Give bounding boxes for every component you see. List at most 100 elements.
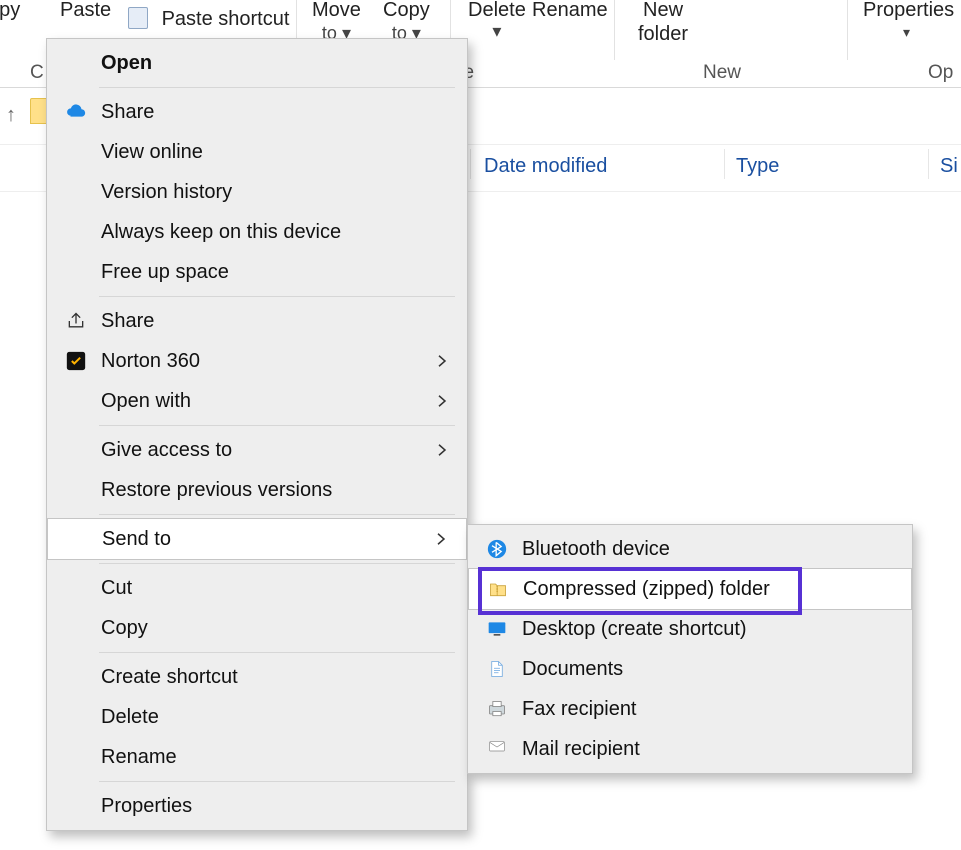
submenu-bluetooth[interactable]: Bluetooth device bbox=[468, 529, 912, 569]
ribbon-separator bbox=[614, 0, 615, 60]
menu-copy-label: Copy bbox=[101, 617, 148, 640]
menu-share[interactable]: Share bbox=[47, 301, 467, 341]
menu-create-shortcut[interactable]: Create shortcut bbox=[47, 657, 467, 697]
menu-give-access[interactable]: Give access to bbox=[47, 430, 467, 470]
menu-separator bbox=[99, 652, 455, 653]
ribbon-rename[interactable]: Rename bbox=[532, 0, 608, 22]
menu-copy[interactable]: Copy bbox=[47, 608, 467, 648]
ribbon-delete[interactable]: Delete ▾ bbox=[468, 0, 526, 40]
nav-up-icon[interactable]: ↑ bbox=[6, 104, 16, 127]
menu-view-online-label: View online bbox=[101, 141, 203, 164]
menu-restore-previous[interactable]: Restore previous versions bbox=[47, 470, 467, 510]
menu-always-keep-label: Always keep on this device bbox=[101, 221, 341, 244]
menu-separator bbox=[99, 425, 455, 426]
menu-open-with[interactable]: Open with bbox=[47, 381, 467, 421]
zip-folder-icon bbox=[487, 578, 509, 600]
document-icon bbox=[486, 658, 508, 680]
ribbon-paste[interactable]: Paste bbox=[60, 0, 111, 22]
ribbon-new-folder[interactable]: New folder bbox=[638, 0, 688, 46]
menu-open[interactable]: Open bbox=[47, 43, 467, 83]
menu-rename-label: Rename bbox=[101, 746, 177, 769]
menu-norton360[interactable]: Norton 360 bbox=[47, 341, 467, 381]
chevron-right-icon bbox=[433, 441, 451, 459]
ribbon-delete-label: Delete bbox=[468, 0, 526, 22]
submenu-desktop-shortcut-label: Desktop (create shortcut) bbox=[522, 618, 747, 641]
submenu-compressed-zipped-label: Compressed (zipped) folder bbox=[523, 578, 770, 601]
norton-icon bbox=[65, 350, 87, 372]
chevron-down-icon: ▾ bbox=[903, 24, 910, 41]
column-separator bbox=[928, 149, 929, 179]
menu-cut[interactable]: Cut bbox=[47, 568, 467, 608]
fax-icon bbox=[486, 698, 508, 720]
menu-separator bbox=[99, 87, 455, 88]
menu-cut-label: Cut bbox=[101, 577, 132, 600]
ribbon-copy-to-label-1: Copy bbox=[383, 0, 430, 22]
bluetooth-icon bbox=[486, 538, 508, 560]
menu-delete[interactable]: Delete bbox=[47, 697, 467, 737]
ribbon-move-to-label-1: Move bbox=[312, 0, 361, 22]
submenu-bluetooth-label: Bluetooth device bbox=[522, 538, 670, 561]
mail-icon bbox=[486, 738, 508, 760]
menu-separator bbox=[99, 563, 455, 564]
ribbon-paste-shortcut[interactable]: Paste shortcut bbox=[128, 7, 289, 31]
share-icon bbox=[65, 310, 87, 332]
menu-share-onedrive[interactable]: Share bbox=[47, 92, 467, 132]
menu-share-onedrive-label: Share bbox=[101, 101, 154, 124]
ribbon-properties[interactable]: Properties ▾ bbox=[863, 0, 954, 22]
column-separator bbox=[470, 149, 471, 179]
ribbon-rename-label: Rename bbox=[532, 0, 608, 22]
submenu-documents[interactable]: Documents bbox=[468, 649, 912, 689]
submenu-fax[interactable]: Fax recipient bbox=[468, 689, 912, 729]
menu-properties[interactable]: Properties bbox=[47, 786, 467, 826]
ribbon-group-new: New bbox=[703, 62, 741, 84]
menu-rename[interactable]: Rename bbox=[47, 737, 467, 777]
column-separator bbox=[724, 149, 725, 179]
menu-always-keep[interactable]: Always keep on this device bbox=[47, 212, 467, 252]
menu-version-history[interactable]: Version history bbox=[47, 172, 467, 212]
submenu-documents-label: Documents bbox=[522, 658, 623, 681]
menu-give-access-label: Give access to bbox=[101, 439, 232, 462]
submenu-compressed-zipped[interactable]: Compressed (zipped) folder bbox=[468, 568, 912, 610]
menu-separator bbox=[99, 296, 455, 297]
menu-open-label: Open bbox=[101, 52, 152, 75]
ribbon-properties-label: Properties bbox=[863, 0, 954, 22]
ribbon-copy-partial[interactable]: opy bbox=[0, 0, 20, 22]
chevron-right-icon bbox=[432, 530, 450, 548]
ribbon-paste-label: Paste bbox=[60, 0, 111, 22]
menu-send-to-label: Send to bbox=[102, 528, 171, 551]
ribbon-new-folder-label-1: New bbox=[638, 0, 688, 22]
menu-share-label: Share bbox=[101, 310, 154, 333]
submenu-mail-label: Mail recipient bbox=[522, 738, 640, 761]
menu-separator bbox=[99, 781, 455, 782]
ribbon-new-folder-label-2: folder bbox=[638, 22, 688, 46]
submenu-fax-label: Fax recipient bbox=[522, 698, 637, 721]
submenu-desktop-shortcut[interactable]: Desktop (create shortcut) bbox=[468, 609, 912, 649]
menu-free-up-label: Free up space bbox=[101, 261, 229, 284]
menu-free-up[interactable]: Free up space bbox=[47, 252, 467, 292]
column-size[interactable]: Si bbox=[940, 155, 958, 178]
menu-delete-label: Delete bbox=[101, 706, 159, 729]
menu-view-online[interactable]: View online bbox=[47, 132, 467, 172]
column-type[interactable]: Type bbox=[736, 155, 779, 178]
send-to-submenu: Bluetooth device Compressed (zipped) fol… bbox=[467, 524, 913, 774]
column-date-modified[interactable]: Date modified bbox=[484, 155, 607, 178]
ribbon-group-clipboard: C bbox=[30, 62, 44, 84]
menu-create-shortcut-label: Create shortcut bbox=[101, 666, 238, 689]
submenu-mail[interactable]: Mail recipient bbox=[468, 729, 912, 769]
chevron-right-icon bbox=[433, 352, 451, 370]
ribbon-paste-shortcut-label: Paste shortcut bbox=[162, 8, 290, 30]
ribbon-group-open: Op bbox=[928, 62, 953, 84]
ribbon-copy-label: opy bbox=[0, 0, 20, 22]
menu-norton360-label: Norton 360 bbox=[101, 350, 200, 373]
desktop-icon bbox=[486, 618, 508, 640]
context-menu: Open Share View online Version history A… bbox=[46, 38, 468, 831]
clipboard-icon bbox=[128, 7, 148, 29]
menu-send-to[interactable]: Send to bbox=[47, 518, 467, 560]
menu-restore-previous-label: Restore previous versions bbox=[101, 479, 332, 502]
menu-properties-label: Properties bbox=[101, 795, 192, 818]
menu-separator bbox=[99, 514, 455, 515]
menu-version-history-label: Version history bbox=[101, 181, 232, 204]
chevron-right-icon bbox=[433, 392, 451, 410]
menu-open-with-label: Open with bbox=[101, 390, 191, 413]
onedrive-icon bbox=[65, 101, 87, 123]
